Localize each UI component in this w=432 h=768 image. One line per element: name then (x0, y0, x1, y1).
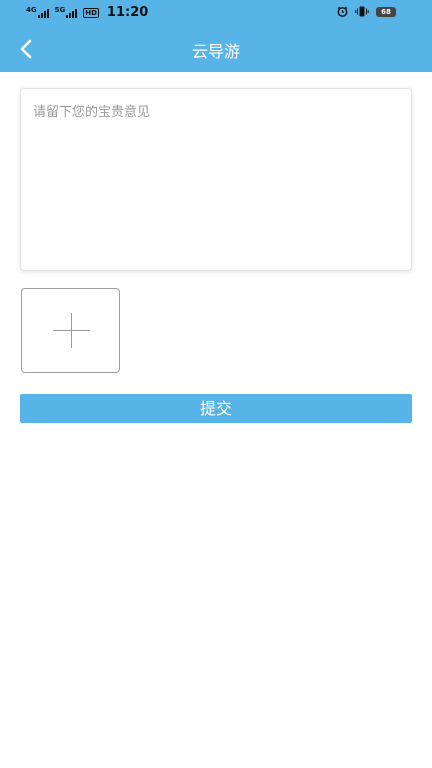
page-title: 云导游 (191, 42, 240, 61)
status-time: 11:20 (106, 5, 149, 20)
feedback-box (20, 88, 412, 271)
battery-icon: 68 (376, 6, 396, 17)
signal-icon (66, 8, 78, 18)
add-photo-button[interactable] (21, 288, 120, 373)
nav-bar: 云导游 (0, 26, 432, 72)
submit-button[interactable]: 提交 (20, 394, 412, 423)
hd-badge: HD (83, 7, 99, 18)
top-bar: 4G 5G HD 11:20 68 云导游 (0, 0, 432, 72)
feedback-input[interactable] (21, 89, 411, 270)
signal-icon (37, 8, 49, 18)
status-bar: 4G 5G HD 11:20 68 (0, 0, 432, 26)
network-1: 4G (26, 6, 49, 18)
network-2: 5G (55, 6, 78, 18)
vibrate-icon (355, 6, 369, 17)
alarm-icon (337, 6, 348, 17)
